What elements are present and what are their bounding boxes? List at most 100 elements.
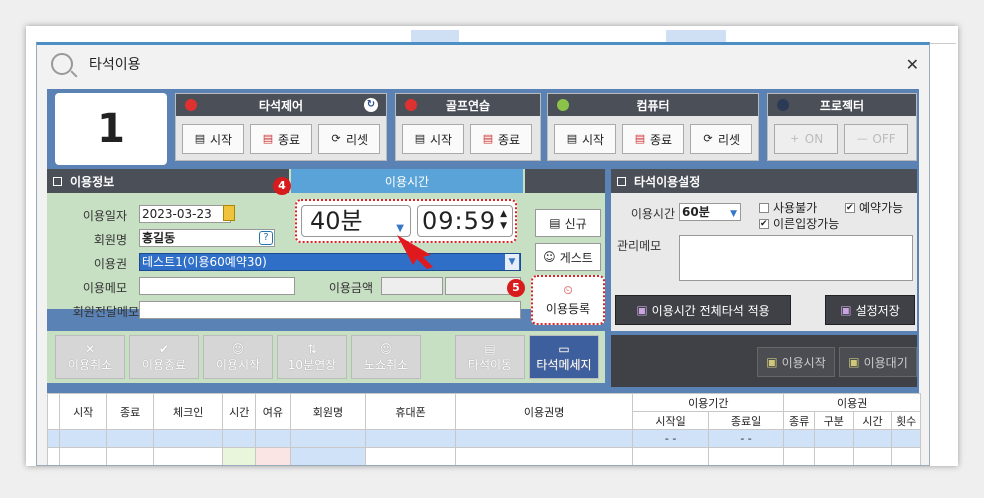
square-icon: ▣: [766, 355, 778, 369]
golf-start-button[interactable]: ▤ 시작: [402, 124, 464, 154]
early-entry-checkbox[interactable]: ✔: [759, 219, 769, 229]
refresh-icon: ⟳: [331, 132, 341, 145]
seat-start-button[interactable]: ▤ 시작: [182, 124, 244, 154]
status-dot-icon: [185, 99, 197, 111]
col-member: 회원명: [289, 393, 367, 430]
doc-plus-icon: ▤: [414, 132, 426, 145]
extend-10min-button[interactable]: ⇅ 10분연장: [277, 335, 347, 379]
pc-reset-button[interactable]: ⟳ 리셋: [690, 124, 752, 154]
seat-stop-button[interactable]: ▤ 종료: [250, 124, 312, 154]
amount-label: 이용금액: [328, 281, 373, 295]
wait-button[interactable]: ▣ 이용대기: [839, 347, 917, 377]
reservable-label: 예약가능: [859, 201, 904, 215]
end-date-cell: - -: [707, 429, 785, 448]
col-start-date: 시작일: [632, 411, 709, 430]
user-icon: ☺: [543, 250, 556, 264]
usage-table: 시작 종료 체크인 시간 여유 회원명 휴대폰 이용권명 이용기간 이용권 시작…: [46, 393, 921, 465]
unusable-checkbox[interactable]: [759, 203, 769, 213]
admin-memo-label: 관리메모: [617, 239, 662, 253]
dialog-title: 타석이용: [89, 57, 141, 73]
golf-stop-button[interactable]: ▤ 종료: [470, 124, 532, 154]
user-icon: ☺: [231, 341, 245, 356]
register-button[interactable]: ⏲ 이용등록: [531, 275, 605, 325]
background-cell: [666, 30, 726, 42]
doc-x-icon: ▤: [262, 132, 274, 145]
setting-time-select[interactable]: 60분 ▼: [679, 203, 741, 221]
chevron-down-icon[interactable]: ▼: [505, 254, 519, 270]
seat-number: 1: [55, 93, 167, 165]
projector-on-button[interactable]: + ON: [774, 124, 838, 154]
help-icon[interactable]: ?: [259, 231, 273, 245]
spinner-icon[interactable]: ▲ ▼: [500, 208, 508, 232]
sync-icon[interactable]: ↻: [364, 98, 378, 112]
pc-start-button[interactable]: ▤ 시작: [554, 124, 616, 154]
move-seat-button[interactable]: ▤ 타석이동: [455, 335, 525, 379]
group-title: 컴퓨터: [636, 98, 670, 113]
collapse-icon: [53, 176, 62, 186]
clock-icon: ⏲: [563, 283, 573, 297]
pc-stop-button[interactable]: ▤ 종료: [622, 124, 684, 154]
close-button[interactable]: ✕: [906, 55, 919, 74]
plus-icon: +: [790, 132, 800, 145]
group-title: 프로젝터: [819, 98, 865, 113]
seat-settings-header: 타석이용설정: [611, 169, 917, 193]
doc-plus-icon: ▤: [194, 132, 206, 145]
cancel-usage-button[interactable]: ✕ 이용취소: [55, 335, 125, 379]
deliver-memo-label: 회원전달메모: [72, 305, 139, 319]
title-bar: 타석이용 ✕: [37, 45, 929, 83]
col-period-group: 이용기간: [632, 393, 785, 412]
step-badge-4: 4: [273, 177, 291, 195]
col-checkin: 체크인: [153, 393, 224, 430]
chevron-down-icon: ▼: [730, 209, 737, 219]
member-field[interactable]: 홍길동: [139, 229, 275, 247]
status-dot-icon: [557, 99, 569, 111]
reservable-checkbox[interactable]: ✔: [845, 203, 855, 213]
amount-select[interactable]: [381, 277, 443, 295]
row-header-cell: [46, 393, 61, 430]
document-icon: ▤: [484, 341, 496, 356]
pass-select[interactable]: 테스트1(이용60예약30): [139, 253, 521, 271]
group-computer: 컴퓨터 ▤ 시작 ▤ 종료 ⟳ 리셋: [547, 93, 759, 161]
right-start-button[interactable]: ▣ 이용시작: [757, 347, 835, 377]
early-entry-label: 이른입장가능: [773, 217, 840, 231]
admin-memo-field[interactable]: [679, 235, 913, 281]
check-icon: ✔: [158, 341, 170, 356]
table-row[interactable]: - - - -: [46, 429, 921, 448]
memo-field[interactable]: [139, 277, 295, 295]
memo-label: 이용메모: [82, 281, 127, 295]
new-button[interactable]: ▤ 신규: [535, 209, 601, 237]
col-spare: 여유: [255, 393, 291, 430]
apply-all-seats-button[interactable]: ▣ 이용시간 전체타석 적용: [615, 295, 791, 325]
pointer-arrow-icon: [397, 235, 433, 269]
document-icon: ▤: [549, 216, 561, 230]
date-label: 이용일자: [82, 209, 127, 223]
date-field[interactable]: 2023-03-23: [139, 205, 231, 223]
projector-off-button[interactable]: — OFF: [844, 124, 908, 154]
x-icon: ✕: [84, 341, 96, 356]
col-pass-time: 시간: [852, 411, 893, 430]
seat-reset-button[interactable]: ⟳ 리셋: [318, 124, 380, 154]
save-settings-button[interactable]: ▣ 설정저장: [825, 295, 915, 325]
usage-side-header: [525, 169, 605, 193]
seat-message-button[interactable]: ▭ 타석메세지: [529, 335, 599, 379]
doc-x-icon: ▤: [482, 132, 494, 145]
save-icon: ▣: [636, 303, 648, 317]
start-usage-button[interactable]: ☺ 이용시작: [203, 335, 273, 379]
minus-icon: —: [856, 132, 868, 145]
calendar-icon[interactable]: [223, 205, 235, 221]
magnifier-icon: [51, 53, 73, 75]
end-usage-button[interactable]: ✔ 이용종료: [129, 335, 199, 379]
background-cell: [411, 30, 459, 42]
guest-button[interactable]: ☺ 게스트: [535, 243, 601, 271]
seat-usage-dialog: 타석이용 ✕ 1 타석제어 ↻ ▤ 시작 ▤ 종료 ⟳ 리셋 골프연습 ▤ 시작 ▤ 종료 …: [36, 42, 930, 466]
setting-time-label: 이용시간: [630, 207, 675, 221]
pass-label: 이용권: [93, 257, 127, 271]
group-golf-practice: 골프연습 ▤ 시작 ▤ 종료: [395, 93, 541, 161]
table-row[interactable]: [46, 447, 921, 465]
col-count: 횟수: [891, 411, 921, 430]
noshow-cancel-button[interactable]: ☺ 노쇼취소: [351, 335, 421, 379]
deliver-memo-field[interactable]: [139, 301, 521, 319]
status-dot-icon: [777, 99, 789, 111]
col-phone: 휴대폰: [365, 393, 456, 430]
col-pass-group: 이용권: [783, 393, 921, 412]
